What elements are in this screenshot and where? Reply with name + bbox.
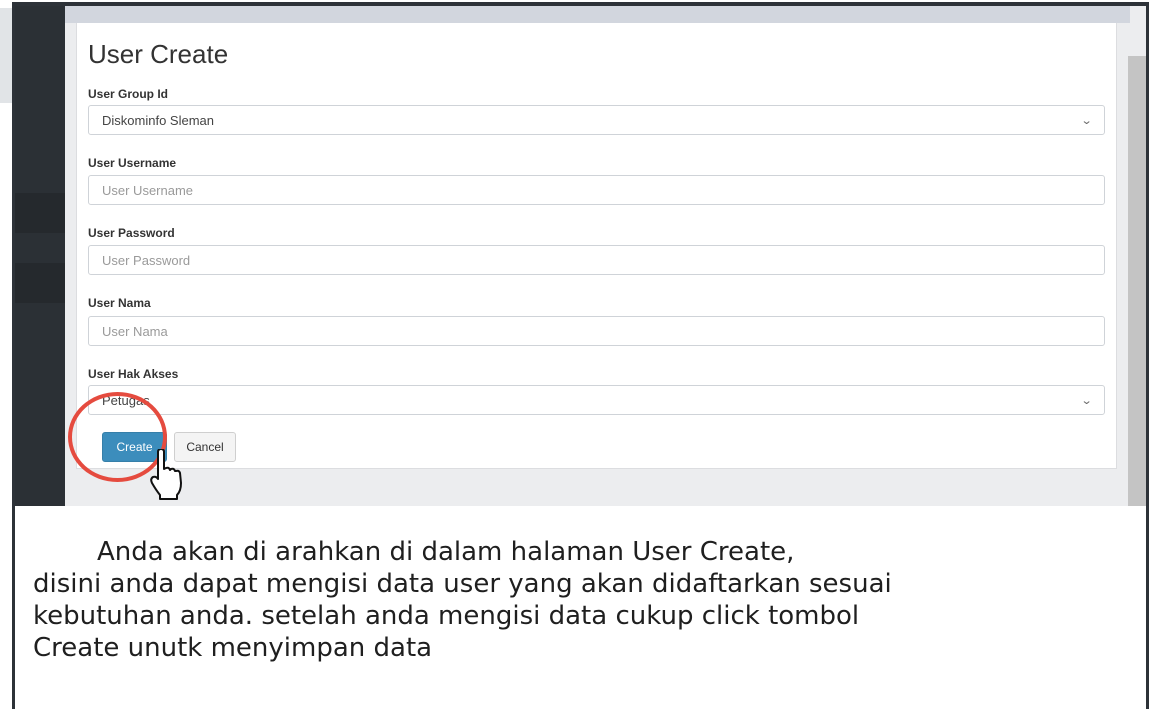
- scrollbar[interactable]: [1128, 56, 1146, 506]
- content-header-bar: [65, 6, 1130, 23]
- caption-line: Anda akan di arahkan di dalam halaman Us…: [97, 537, 795, 567]
- user-group-label: User Group Id: [88, 87, 169, 101]
- chevron-down-icon: ⌄: [1080, 114, 1093, 127]
- screenshot-area: User Create User Group Id Diskominfo Sle…: [15, 6, 1146, 506]
- sidebar-band: [15, 193, 65, 233]
- instruction-caption: Anda akan di arahkan di dalam halaman Us…: [33, 536, 1143, 664]
- outer-left-strip: [0, 8, 12, 103]
- user-username-input[interactable]: [88, 175, 1105, 205]
- form-card: User Create User Group Id Diskominfo Sle…: [76, 23, 1117, 469]
- user-nama-label: User Nama: [88, 296, 151, 310]
- user-group-select[interactable]: Diskominfo Sleman ⌄: [88, 105, 1105, 135]
- sidebar-band: [15, 263, 65, 303]
- user-hak-akses-label: User Hak Akses: [88, 367, 179, 381]
- caption-line: kebutuhan anda. setelah anda mengisi dat…: [33, 601, 860, 631]
- frame-right-border: [1146, 2, 1149, 709]
- chevron-down-icon: ⌄: [1080, 394, 1093, 407]
- sidebar: [15, 6, 65, 506]
- user-username-label: User Username: [88, 156, 177, 170]
- user-password-label: User Password: [88, 226, 175, 240]
- user-nama-input[interactable]: [88, 316, 1105, 346]
- user-group-value: Diskominfo Sleman: [102, 112, 214, 128]
- user-password-input[interactable]: [88, 245, 1105, 275]
- user-hak-akses-select[interactable]: Petugas ⌄: [88, 385, 1105, 415]
- caption-line: disini anda dapat mengisi data user yang…: [33, 569, 892, 599]
- page-title: User Create: [88, 39, 229, 69]
- hand-pointer-cursor-icon: [150, 449, 182, 500]
- caption-line: Create unutk menyimpan data: [33, 633, 433, 663]
